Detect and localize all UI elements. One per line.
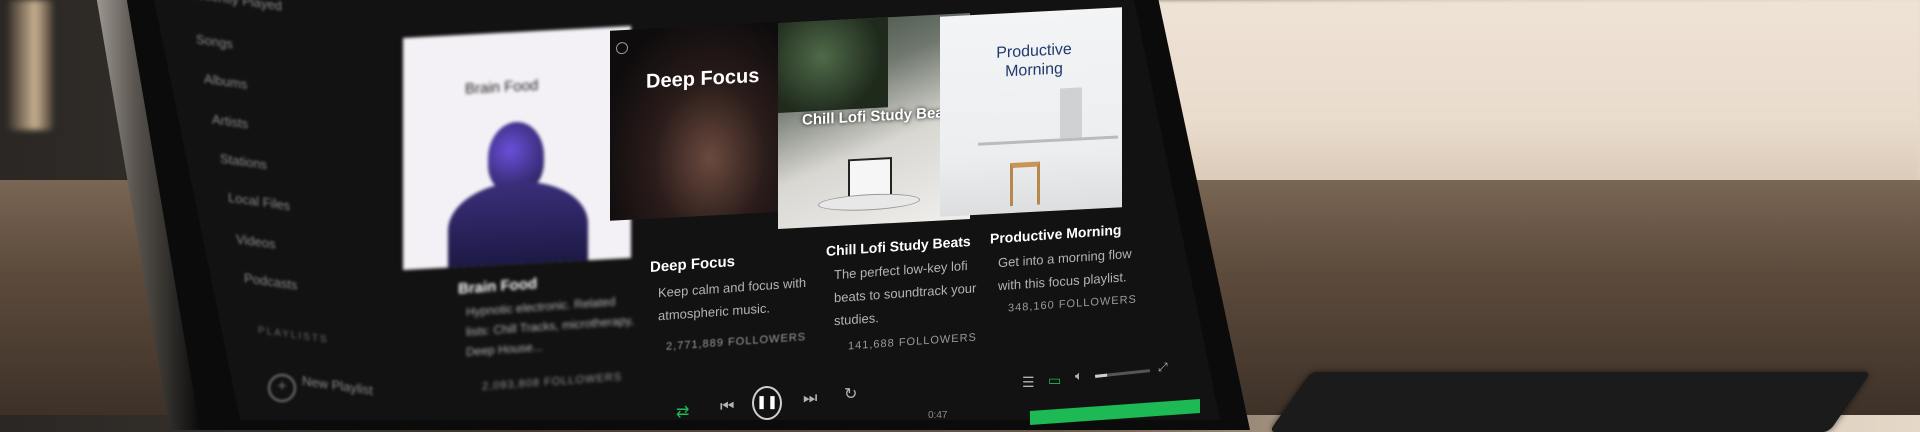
next-icon[interactable]: ⏭ (803, 390, 817, 408)
cover-title-brain-food: Brain Food (465, 76, 539, 98)
sidebar-item-videos[interactable]: Videos (236, 231, 276, 252)
shelf-object-image (1060, 87, 1082, 139)
elapsed-time: 0:47 (928, 410, 948, 421)
sidebar-item-albums[interactable]: Albums (204, 71, 247, 92)
new-playlist-link[interactable]: New Playlist (302, 373, 373, 398)
volume-icon[interactable]: 🔈︎ (1075, 368, 1083, 384)
queue-icon[interactable]: ☰ (1022, 374, 1035, 391)
cover-deep-focus[interactable]: Deep Focus (610, 21, 792, 221)
repeat-icon[interactable]: ↻ (844, 384, 857, 404)
card-description-brain-food: Hypnotic electronic. Related lists: Chil… (466, 294, 634, 359)
sidebar-item-podcasts[interactable]: Podcasts (244, 270, 297, 293)
desk-image (978, 135, 1118, 146)
background-lamp (8, 0, 53, 130)
phone-on-table (1268, 372, 1872, 432)
card-description-chill-lofi: The perfect low-key lofi beats to soundt… (834, 257, 977, 329)
cover-brain-food[interactable]: Brain Food (403, 26, 631, 270)
portrait-body-image (448, 178, 588, 270)
sidebar-item-recently-played[interactable]: Recently Played (188, 0, 282, 14)
previous-icon[interactable]: ⏮ (720, 398, 734, 416)
sidebar-item-stations[interactable]: Stations (220, 151, 267, 173)
background-wall (1140, 0, 1920, 200)
sidebar-item-local-files[interactable]: Local Files (228, 190, 290, 214)
cover-title-productive-morning: Productive Morning (996, 40, 1072, 81)
saucer-image (818, 191, 920, 213)
add-icon[interactable]: + (268, 374, 296, 402)
sidebar-item-songs[interactable]: Songs (196, 31, 233, 51)
sidebar: Recently Played Songs Albums Artists Sta… (180, 0, 400, 415)
fullscreen-icon[interactable]: ⤢ (1158, 360, 1168, 375)
more-icon[interactable] (616, 41, 628, 55)
cover-title-deep-focus: Deep Focus (646, 64, 760, 93)
shuffle-icon[interactable]: ⇄ (676, 402, 689, 422)
cover-productive-morning[interactable]: Productive Morning (940, 7, 1122, 217)
stool-image (1010, 161, 1040, 207)
playlists-heading: PLAYLISTS (258, 325, 329, 346)
devices-icon[interactable]: ▭ (1048, 372, 1061, 389)
sidebar-item-artists[interactable]: Artists (212, 111, 248, 131)
plant-image (778, 17, 888, 114)
